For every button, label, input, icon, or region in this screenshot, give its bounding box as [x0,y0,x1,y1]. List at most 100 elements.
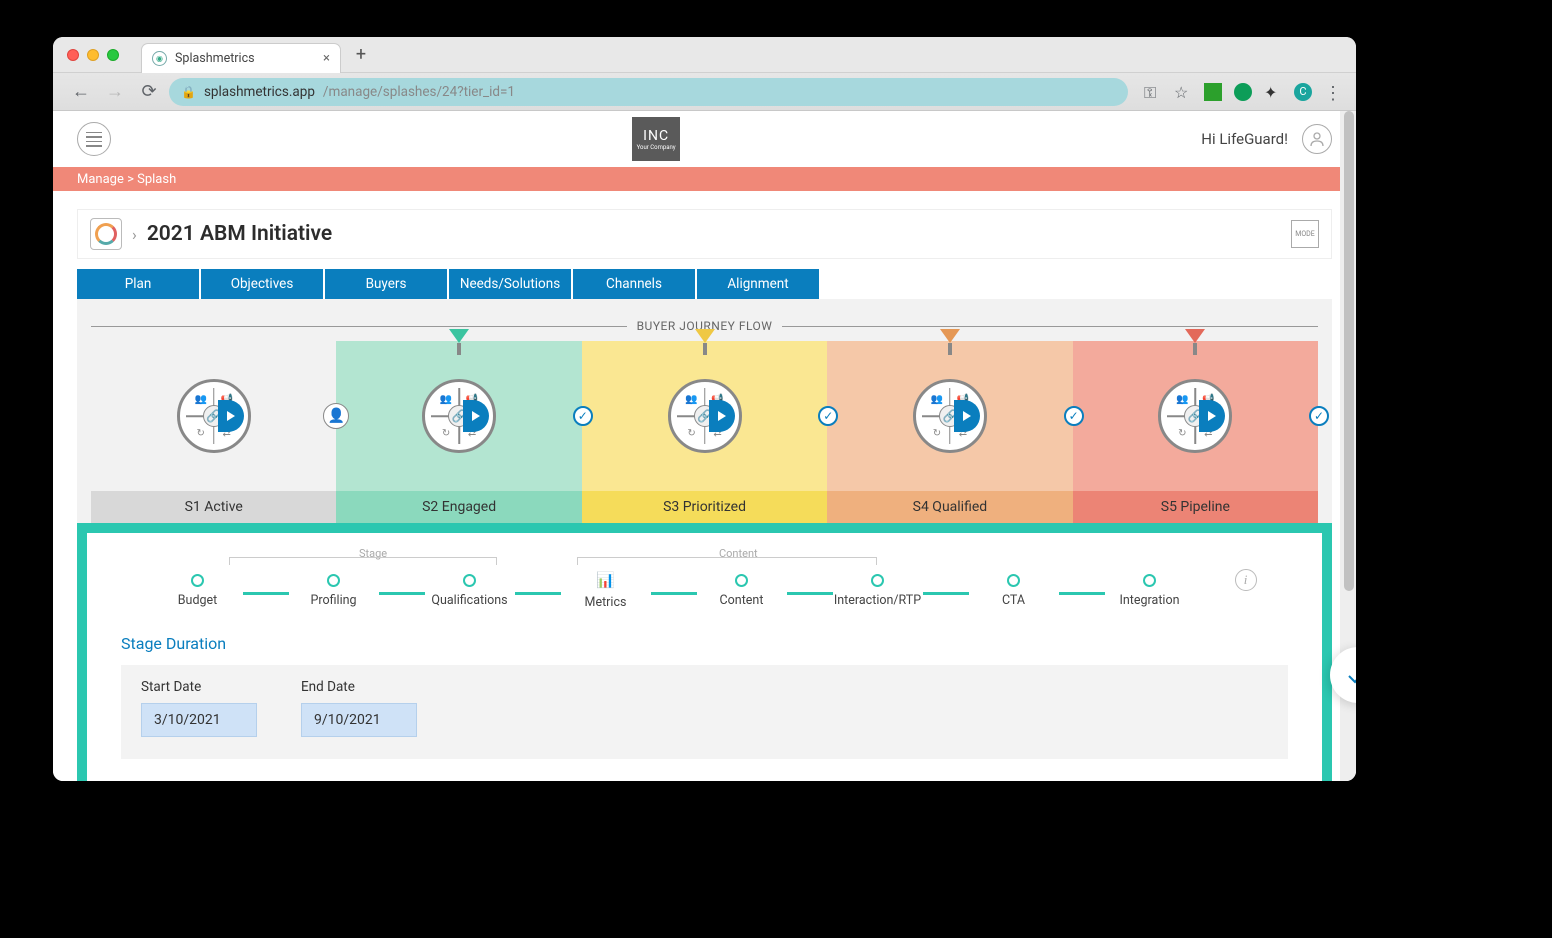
stage-node-5[interactable]: 👥📢↻⇄ 🔗 [1158,379,1232,453]
extensions-menu-icon[interactable]: ✦ [1264,83,1282,101]
end-date-input[interactable]: 9/10/2021 [301,703,417,737]
back-button[interactable]: ← [67,81,95,102]
company-logo: INC Your Company [632,117,680,161]
extension-1-icon[interactable] [1204,83,1222,101]
check-icon [1343,660,1356,690]
step-metrics[interactable]: 📊Metrics [561,571,651,610]
reload-button[interactable]: ⟳ [135,81,163,102]
url-path: /manage/splashes/24?tier_id=1 [323,84,515,100]
step-profiling[interactable]: Profiling [289,574,379,608]
stage-label-1[interactable]: S1 Active [91,491,336,523]
page-title: 2021 ABM Initiative [147,222,332,246]
forward-button[interactable]: → [101,81,129,102]
minimize-window-button[interactable] [87,49,99,61]
browser-toolbar: ← → ⟳ 🔒 splashmetrics.app/manage/splashe… [53,73,1356,111]
stage-node-4[interactable]: 👥📢↻⇄ 🔗 [913,379,987,453]
stage-check-2[interactable]: ✓ [573,406,593,426]
play-icon [709,400,735,432]
user-icon [1309,131,1325,147]
play-icon [218,400,244,432]
funnel-icon [940,329,960,343]
stage-label-5[interactable]: S5 Pipeline [1073,491,1318,523]
bookmark-icon[interactable]: ☆ [1174,83,1192,101]
mode-toggle-button[interactable]: MODE [1291,220,1319,248]
play-icon [463,400,489,432]
buyer-journey-flow: BUYER JOURNEY FLOW 👥📢↻⇄ 🔗 👤 [77,299,1332,523]
extension-2-icon[interactable] [1234,83,1252,101]
stage-labels: S1 Active S2 Engaged S3 Prioritized S4 Q… [91,491,1318,523]
menu-button[interactable] [77,122,111,156]
browser-menu-icon[interactable]: ⋮ [1324,83,1342,101]
chart-icon: 📊 [596,571,615,589]
maximize-window-button[interactable] [107,49,119,61]
step-budget[interactable]: Budget [153,574,243,608]
scrollbar-thumb[interactable] [1344,111,1354,591]
step-cta[interactable]: CTA [969,574,1059,608]
stage-duration-heading: Stage Duration [121,634,1288,653]
stage-col-2: 👥📢↻⇄ 🔗 ✓ [336,341,581,491]
stage-node-3[interactable]: 👥📢↻⇄ 🔗 [668,379,742,453]
user-avatar-button[interactable] [1302,124,1332,154]
close-window-button[interactable] [67,49,79,61]
step-qualifications[interactable]: Qualifications [425,574,515,608]
tab-channels[interactable]: Channels [573,269,695,299]
logo-subtext: Your Company [637,144,676,151]
stage-check-3[interactable]: ✓ [818,406,838,426]
tab-needs-solutions[interactable]: Needs/Solutions [449,269,571,299]
lock-icon: 🔒 [181,85,196,99]
extension-icons: ⚿ ☆ ✦ C ⋮ [1144,83,1342,101]
stage-node-2[interactable]: 👥📢↻⇄ 🔗 [422,379,496,453]
content-area: › 2021 ABM Initiative MODE Plan Objectiv… [53,191,1356,781]
stage-detail-panel: Stage Content Budget Profiling Qualifica… [77,523,1332,781]
confirm-fab-button[interactable] [1330,647,1356,703]
date-panel: Start Date 3/10/2021 End Date 9/10/2021 [121,665,1288,759]
favicon-icon: ◉ [152,51,167,66]
step-interaction-rtp[interactable]: Interaction/RTP [833,574,923,608]
step-integration[interactable]: Integration [1105,574,1195,608]
section-tabs: Plan Objectives Buyers Needs/Solutions C… [77,269,1332,299]
stage-label-2[interactable]: S2 Engaged [336,491,581,523]
hamburger-icon [86,132,102,147]
profile-avatar-icon[interactable]: C [1294,83,1312,101]
traffic-lights [67,49,119,61]
stage-label-4[interactable]: S4 Qualified [827,491,1072,523]
address-bar[interactable]: 🔒 splashmetrics.app/manage/splashes/24?t… [169,78,1128,106]
funnel-icon [449,329,469,343]
info-button[interactable]: i [1235,569,1257,591]
start-date-input[interactable]: 3/10/2021 [141,703,257,737]
page-title-bar: › 2021 ABM Initiative MODE [77,209,1332,259]
url-host: splashmetrics.app [204,84,315,100]
stage-check-4[interactable]: ✓ [1064,406,1084,426]
key-icon[interactable]: ⚿ [1144,83,1162,101]
stage-col-1: 👥📢↻⇄ 🔗 👤 [91,341,336,491]
stage-label-3[interactable]: S3 Prioritized [582,491,827,523]
browser-window: ◉ Splashmetrics × + ← → ⟳ 🔒 splashmetric… [53,37,1356,781]
new-tab-button[interactable]: + [349,43,373,67]
stepper: Stage Content Budget Profiling Qualifica… [121,551,1288,610]
start-date-label: Start Date [141,679,257,695]
step-content[interactable]: Content [697,574,787,608]
breadcrumb: Manage > Splash [53,167,1356,191]
app-viewport: INC Your Company Hi LifeGuard! Manage > … [53,111,1356,781]
titlebar: ◉ Splashmetrics × + [53,37,1356,73]
logo-text: INC [643,128,669,144]
user-connector-icon: 👤 [323,403,349,429]
close-tab-button[interactable]: × [323,51,330,66]
app-header: INC Your Company Hi LifeGuard! [53,111,1356,167]
tab-plan[interactable]: Plan [77,269,199,299]
user-greeting-area: Hi LifeGuard! [1201,124,1332,154]
funnel-icon [1185,329,1205,343]
stage-node-1[interactable]: 👥📢↻⇄ 🔗 [177,379,251,453]
tab-buyers[interactable]: Buyers [325,269,447,299]
stage-check-5[interactable]: ✓ [1309,406,1329,426]
stage-col-4: 👥📢↻⇄ 🔗 ✓ [827,341,1072,491]
tab-title: Splashmetrics [175,51,315,66]
browser-tab[interactable]: ◉ Splashmetrics × [141,43,341,73]
stage-col-5: 👥📢↻⇄ 🔗 ✓ [1073,341,1318,491]
play-icon [1199,400,1225,432]
breadcrumb-text: Manage > Splash [77,172,176,187]
play-icon [954,400,980,432]
tab-objectives[interactable]: Objectives [201,269,323,299]
tab-alignment[interactable]: Alignment [697,269,819,299]
stage-col-3: 👥📢↻⇄ 🔗 ✓ [582,341,827,491]
